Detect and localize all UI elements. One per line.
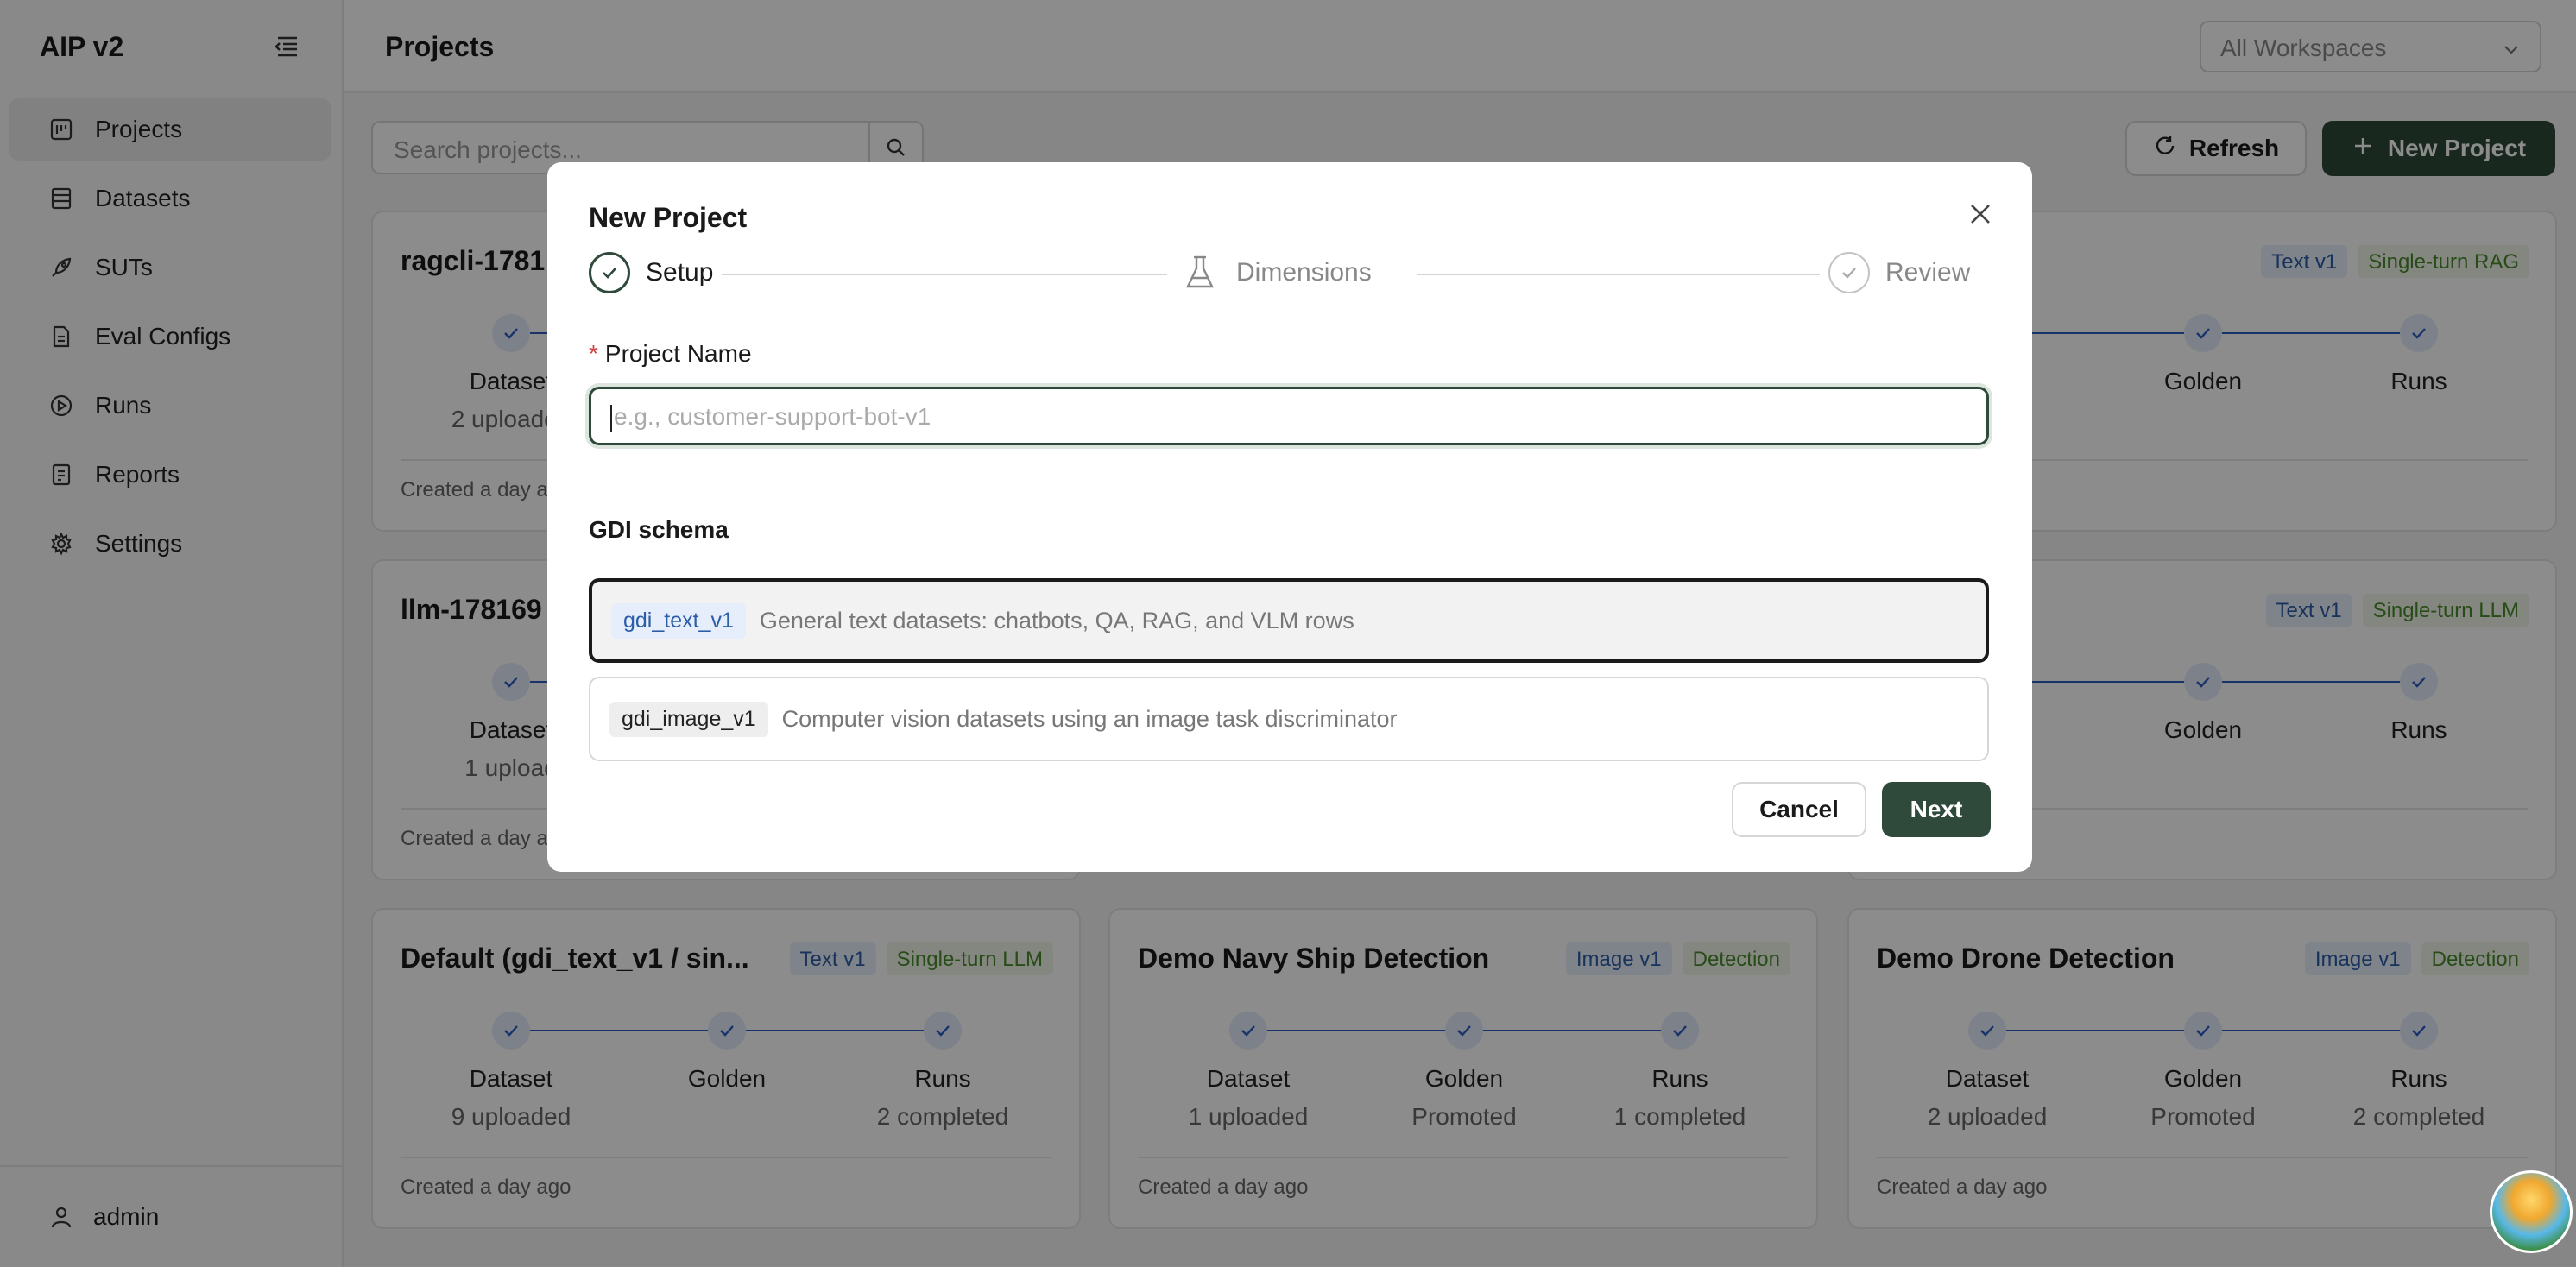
project-name-label-text: Project Name: [604, 340, 752, 367]
schema-code: gdi_image_v1: [609, 701, 768, 737]
step-label: Review: [1885, 258, 1971, 287]
dialog-title: New Project: [589, 202, 748, 233]
schema-description: Computer vision datasets using an image …: [781, 705, 1398, 732]
close-button[interactable]: [1963, 197, 1998, 231]
project-name-label: * Project Name: [589, 340, 752, 368]
new-project-dialog: New Project Setup Dimensions Review * Pro…: [547, 162, 2032, 872]
step-label: Dimensions: [1236, 258, 1372, 287]
step-dimensions: Dimensions: [1179, 252, 1372, 293]
check-circle-icon: [1828, 252, 1870, 293]
schema-option-image[interactable]: gdi_image_v1 Computer vision datasets us…: [589, 677, 1989, 761]
close-icon: [1971, 205, 1990, 224]
schema-option-text[interactable]: gdi_text_v1 General text datasets: chatb…: [589, 578, 1989, 663]
wizard-stepper: Setup Dimensions Review: [589, 252, 1991, 297]
step-connector: [722, 274, 1167, 275]
schema-code: gdi_text_v1: [611, 602, 746, 639]
flask-icon: [1179, 252, 1221, 293]
required-marker: *: [589, 340, 598, 367]
step-connector: [1417, 274, 1820, 275]
step-label: Setup: [646, 258, 714, 287]
schema-description: General text datasets: chatbots, QA, RAG…: [759, 607, 1354, 634]
cancel-button[interactable]: Cancel: [1732, 782, 1866, 837]
schema-title: GDI schema: [589, 516, 729, 543]
next-button[interactable]: Next: [1882, 782, 1991, 837]
step-setup: Setup: [589, 252, 713, 293]
project-name-placeholder: e.g., customer-support-bot-v1: [614, 403, 931, 430]
text-caret: [610, 404, 612, 432]
check-circle-icon: [589, 252, 630, 293]
project-name-input[interactable]: e.g., customer-support-bot-v1: [589, 387, 1989, 445]
assistant-avatar-button[interactable]: [2490, 1170, 2573, 1253]
step-review: Review: [1828, 252, 1970, 293]
